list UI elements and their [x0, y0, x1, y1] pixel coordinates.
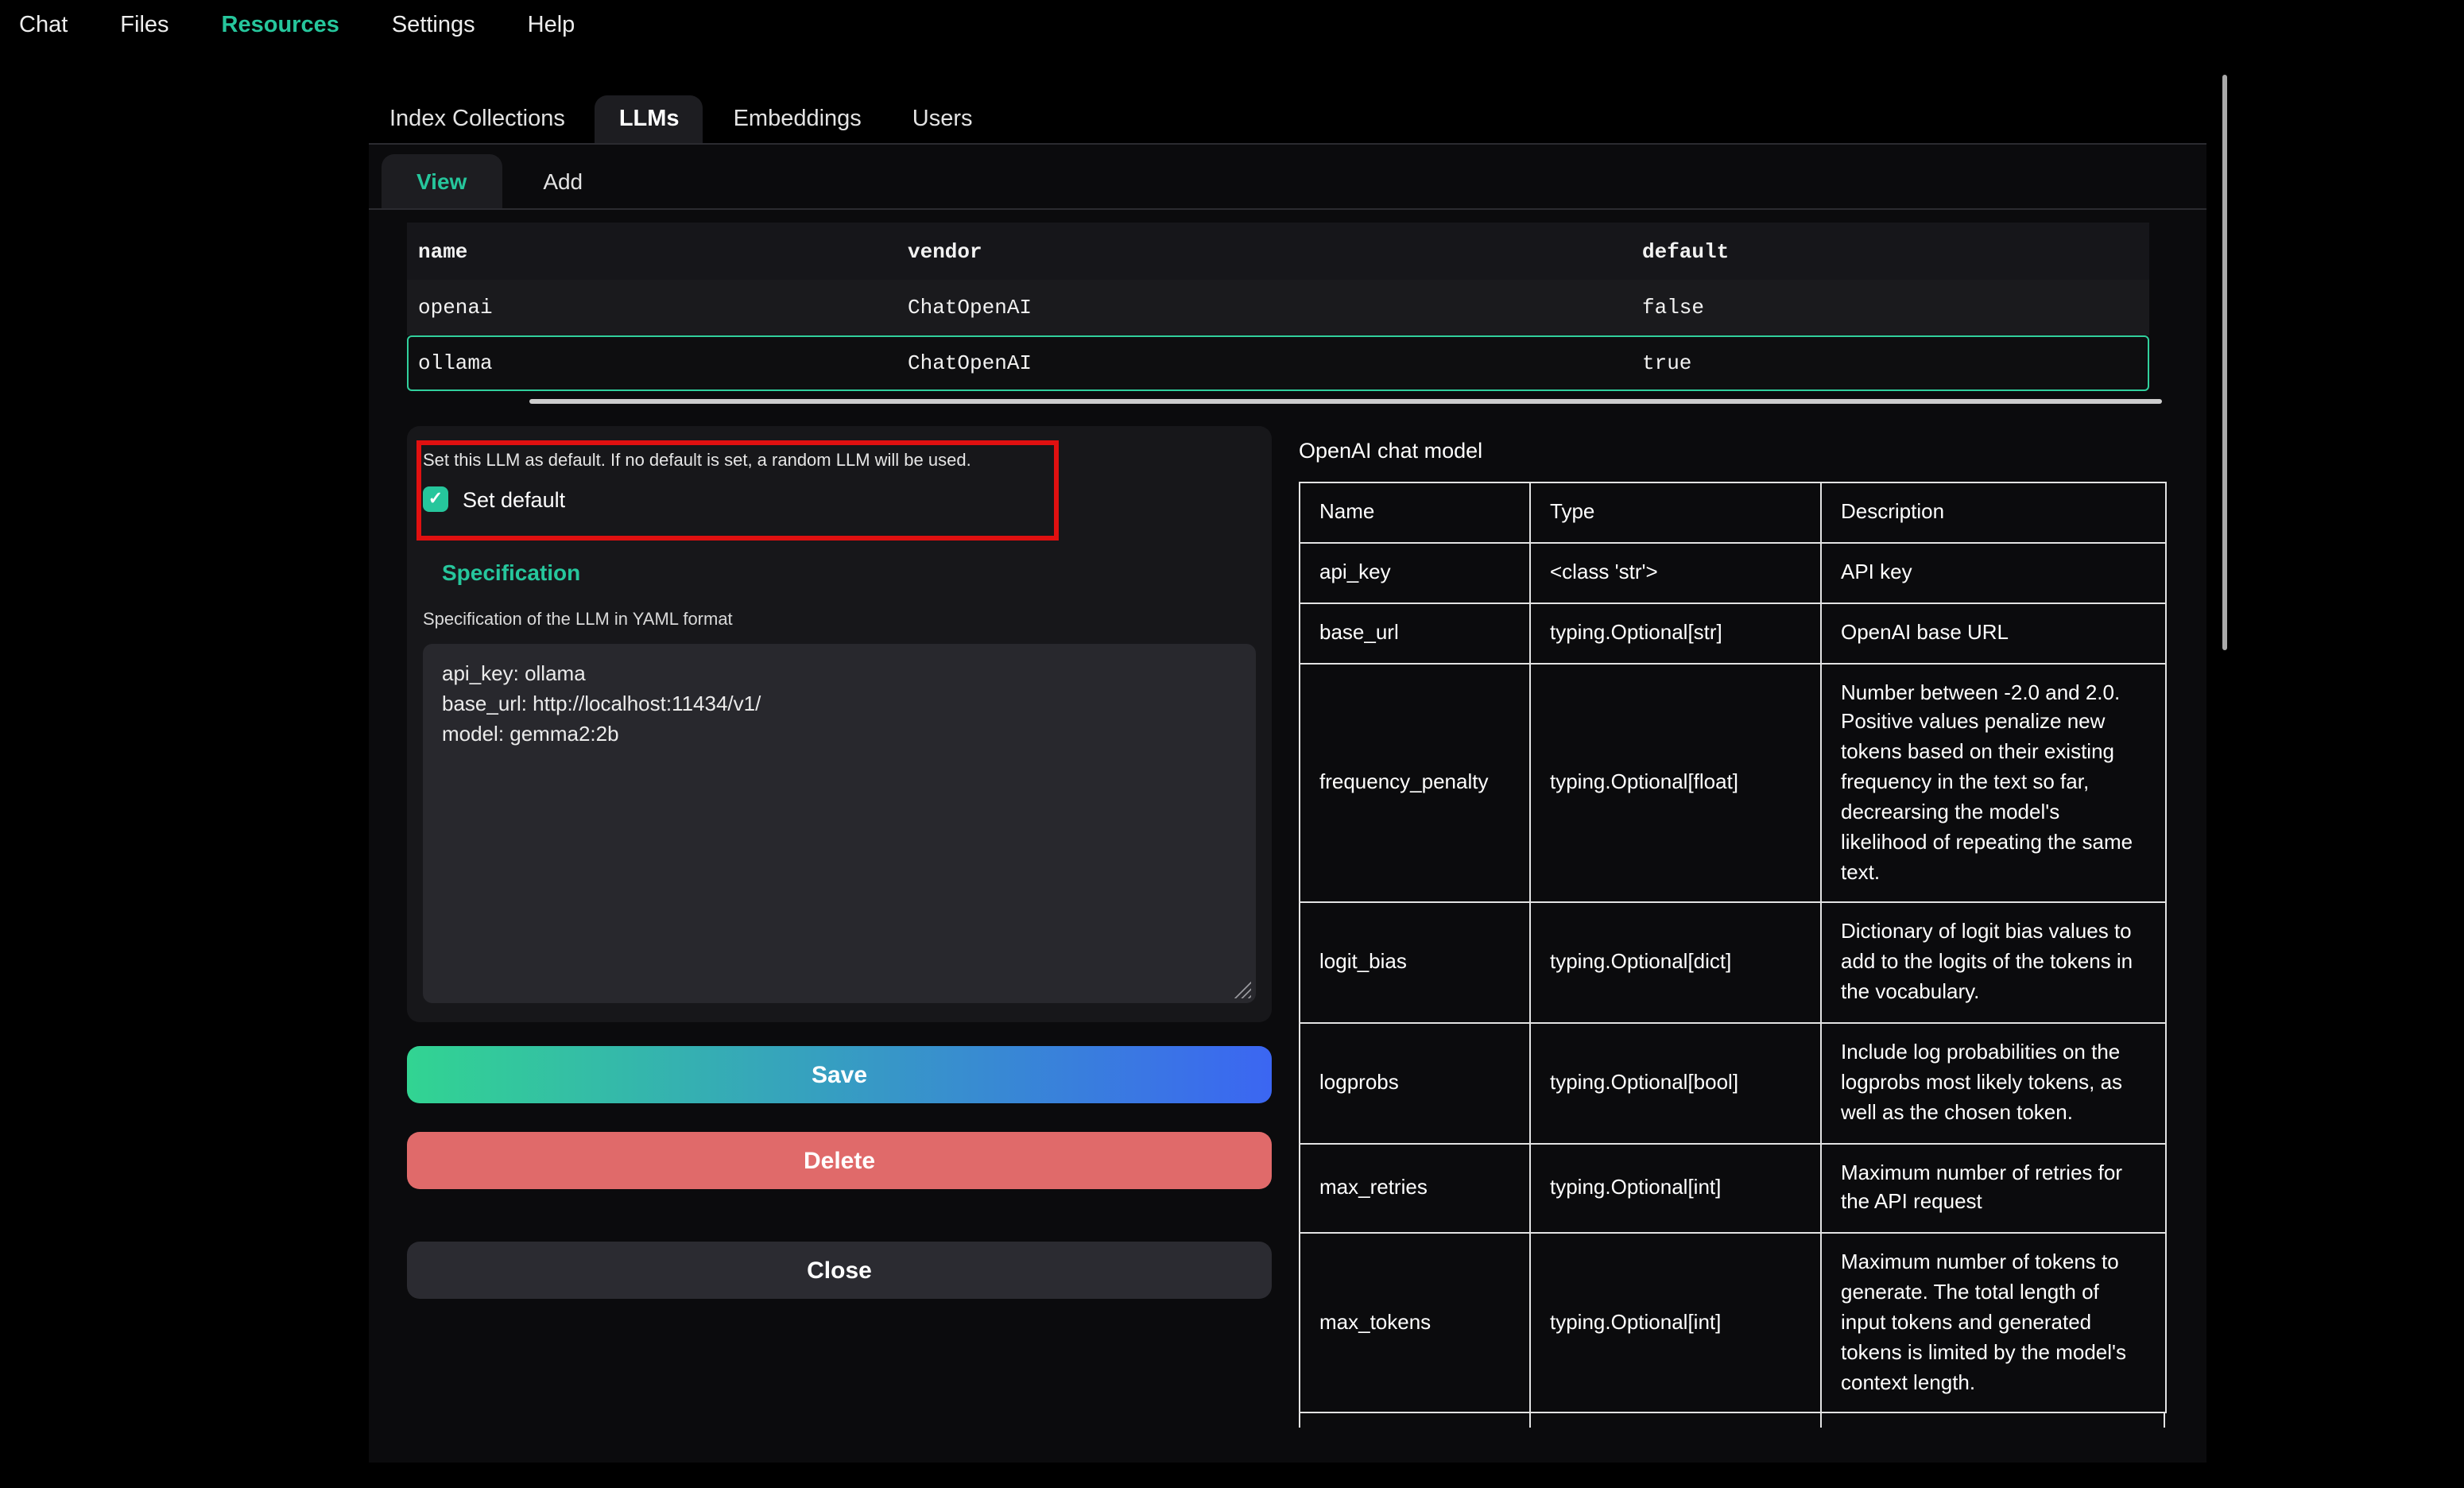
schema-partial-row — [1299, 1414, 2165, 1428]
set-default-checkbox[interactable]: ✓ — [423, 486, 448, 512]
schema-table-body: api_key<class 'str'>API keybase_urltypin… — [1300, 543, 2166, 1413]
llm-row-openai[interactable]: openaiChatOpenAIfalse — [407, 280, 2149, 335]
schema-table-header: Name Type Description — [1300, 482, 2166, 543]
schema-cell-type: typing.Optional[int] — [1530, 1143, 1821, 1233]
schema-cell-type: typing.Optional[bool] — [1530, 1023, 1821, 1143]
schema-cell-type: typing.Optional[float] — [1530, 663, 1821, 903]
yaml-editor-wrapper: api_key: ollama base_url: http://localho… — [423, 644, 1256, 1003]
top-nav: Chat Files Resources Settings Help — [19, 13, 575, 38]
horizontal-scrollbar[interactable] — [407, 399, 2171, 404]
schema-title: OpenAI chat model — [1299, 439, 2167, 463]
schema-cell-name: frequency_penalty — [1300, 663, 1530, 903]
llm-column-vendor: vendor — [897, 239, 1631, 263]
subtab-view[interactable]: View — [382, 154, 502, 208]
llm-cell-name: openai — [407, 296, 897, 320]
schema-column-description: Description — [1821, 482, 2166, 543]
schema-row-max-tokens: max_tokenstyping.Optional[int]Maximum nu… — [1300, 1233, 2166, 1412]
schema-cell-description: API key — [1821, 543, 2166, 603]
nav-item-help[interactable]: Help — [528, 13, 575, 38]
tab-embeddings[interactable]: Embeddings — [713, 95, 882, 143]
schema-row-logit-bias: logit_biastyping.Optional[dict]Dictionar… — [1300, 903, 2166, 1023]
save-button[interactable]: Save — [407, 1046, 1272, 1103]
llm-cell-default: true — [1631, 351, 2149, 375]
specification-heading: Specification — [442, 560, 1272, 585]
main-tabbar: Index CollectionsLLMsEmbeddingsUsers — [369, 95, 2206, 145]
schema-cell-name: logprobs — [1300, 1023, 1530, 1143]
nav-item-files[interactable]: Files — [120, 13, 169, 38]
llm-column-default: default — [1631, 239, 2149, 263]
llm-table-header: name vendor default — [407, 223, 2149, 280]
schema-cell-type: typing.Optional[dict] — [1530, 903, 1821, 1023]
schema-row-logprobs: logprobstyping.Optional[bool]Include log… — [1300, 1023, 2166, 1143]
vertical-scrollbar-thumb[interactable] — [2222, 75, 2227, 650]
llm-row-ollama[interactable]: ollamaChatOpenAItrue — [407, 335, 2149, 391]
app-root: Chat Files Resources Settings Help Index Col… — [0, 0, 2464, 1488]
llm-cell-name: ollama — [407, 351, 897, 375]
schema-table: Name Type Description api_key<class 'str… — [1299, 482, 2167, 1414]
close-button[interactable]: Close — [407, 1242, 1272, 1299]
tab-users[interactable]: Users — [892, 95, 994, 143]
schema-column-name: Name — [1300, 482, 1530, 543]
schema-cell-type: <class 'str'> — [1530, 543, 1821, 603]
llms-panel: ViewAdd name vendor default openaiChatOp… — [369, 145, 2206, 1463]
tab-llms[interactable]: LLMs — [595, 95, 703, 143]
schema-cell-description: OpenAI base URL — [1821, 603, 2166, 663]
detail-columns: Set this LLM as default. If no default i… — [407, 426, 2167, 1428]
specification-caption: Specification of the LLM in YAML format — [423, 610, 1272, 630]
llm-detail-panel: Set this LLM as default. If no default i… — [407, 426, 1272, 1022]
schema-row-max-retries: max_retriestyping.Optional[int]Maximum n… — [1300, 1143, 2166, 1233]
delete-button[interactable]: Delete — [407, 1132, 1272, 1189]
schema-cell-description: Maximum number of tokens to generate. Th… — [1821, 1233, 2166, 1412]
llm-table: name vendor default openaiChatOpenAIfals… — [407, 223, 2149, 391]
llm-cell-vendor: ChatOpenAI — [897, 351, 1631, 375]
schema-cell-description: Number between -2.0 and 2.0. Positive va… — [1821, 663, 2166, 903]
yaml-specification-input[interactable]: api_key: ollama base_url: http://localho… — [423, 644, 1256, 1003]
schema-cell-name: api_key — [1300, 543, 1530, 603]
tab-index-collections[interactable]: Index Collections — [369, 95, 586, 143]
nav-item-resources[interactable]: Resources — [222, 13, 339, 38]
sub-tabbar: ViewAdd — [369, 145, 2206, 210]
schema-column-type: Type — [1530, 482, 1821, 543]
schema-cell-description: Dictionary of logit bias values to add t… — [1821, 903, 2166, 1023]
subtab-add[interactable]: Add — [508, 154, 618, 208]
schema-cell-name: logit_bias — [1300, 903, 1530, 1023]
schema-cell-type: typing.Optional[str] — [1530, 603, 1821, 663]
horizontal-scrollbar-thumb[interactable] — [529, 399, 2162, 404]
set-default-label: Set default — [463, 487, 565, 511]
checkmark-icon: ✓ — [428, 490, 443, 508]
schema-cell-type: typing.Optional[int] — [1530, 1233, 1821, 1412]
nav-item-settings[interactable]: Settings — [392, 13, 475, 38]
schema-cell-description: Maximum number of retries for the API re… — [1821, 1143, 2166, 1233]
schema-row-base-url: base_urltyping.Optional[str]OpenAI base … — [1300, 603, 2166, 663]
llm-detail-column: Set this LLM as default. If no default i… — [407, 426, 1272, 1428]
schema-cell-name: max_tokens — [1300, 1233, 1530, 1412]
schema-column: OpenAI chat model Name Type Description … — [1299, 426, 2167, 1428]
nav-item-chat[interactable]: Chat — [19, 13, 68, 38]
schema-cell-name: base_url — [1300, 603, 1530, 663]
schema-row-api-key: api_key<class 'str'>API key — [1300, 543, 2166, 603]
schema-cell-description: Include log probabilities on the logprob… — [1821, 1023, 2166, 1143]
llm-cell-vendor: ChatOpenAI — [897, 296, 1631, 320]
schema-row-frequency-penalty: frequency_penaltytyping.Optional[float]N… — [1300, 663, 2166, 903]
llm-cell-default: false — [1631, 296, 2149, 320]
llm-table-body: openaiChatOpenAIfalseollamaChatOpenAItru… — [407, 280, 2149, 391]
schema-cell-name: max_retries — [1300, 1143, 1530, 1233]
set-default-checkbox-row[interactable]: ✓ Set default — [423, 486, 565, 512]
default-hint-text: Set this LLM as default. If no default i… — [407, 426, 1272, 471]
llm-column-name: name — [407, 239, 897, 263]
